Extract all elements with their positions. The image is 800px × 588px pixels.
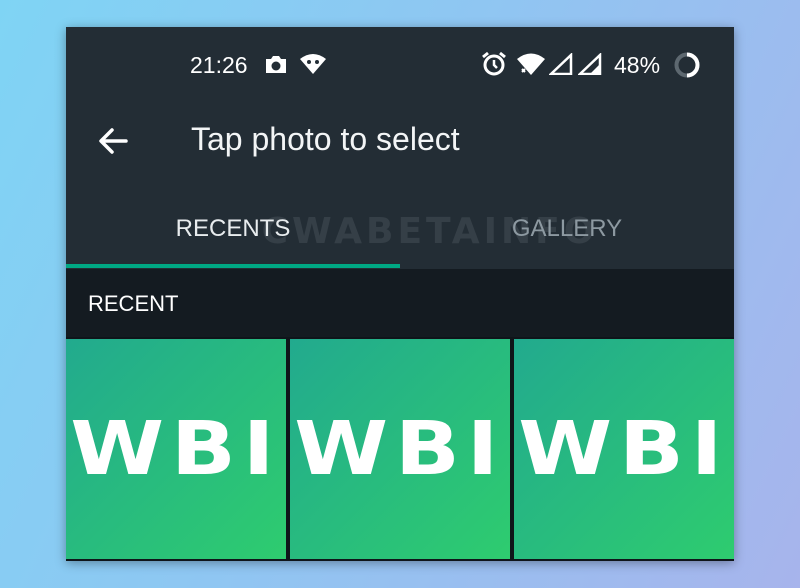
- photo-thumbnail[interactable]: WBI: [290, 339, 510, 559]
- photo-thumbnail[interactable]: WBI: [66, 339, 286, 559]
- back-button[interactable]: [92, 119, 136, 163]
- app-bar: Tap photo to select: [66, 99, 734, 179]
- alarm-icon: [482, 51, 506, 76]
- signal-icon: [549, 53, 573, 75]
- camera-icon: [266, 56, 286, 73]
- signal-icon: [578, 53, 602, 75]
- battery-percentage: 48%: [614, 52, 661, 78]
- tab-gallery[interactable]: GALLERY: [400, 215, 734, 243]
- page-title: Tap photo to select: [191, 121, 460, 157]
- section-header: RECENT: [66, 269, 734, 337]
- wbi-logo: WBI: [294, 406, 506, 492]
- status-time: 21:26: [190, 52, 248, 78]
- photo-grid: WBI WBI WBI: [66, 337, 734, 561]
- status-bar: 21:26 48%: [66, 27, 734, 99]
- section-label: RECENT: [88, 291, 179, 316]
- photo-thumbnail[interactable]: WBI: [514, 339, 734, 559]
- wbi-logo: WBI: [518, 406, 730, 492]
- tab-indicator: [66, 264, 400, 268]
- vpn-icon: [300, 54, 326, 74]
- wifi-icon: [517, 53, 545, 75]
- tab-bar: RECENTS GALLERY: [66, 199, 734, 269]
- tab-recents[interactable]: RECENTS: [66, 215, 400, 243]
- battery-ring-icon: [674, 52, 700, 78]
- wbi-logo: WBI: [70, 406, 282, 492]
- arrow-back-icon: [99, 128, 128, 154]
- phone-screen: 21:26 48% Tap photo to select CWABETAINF…: [66, 27, 734, 561]
